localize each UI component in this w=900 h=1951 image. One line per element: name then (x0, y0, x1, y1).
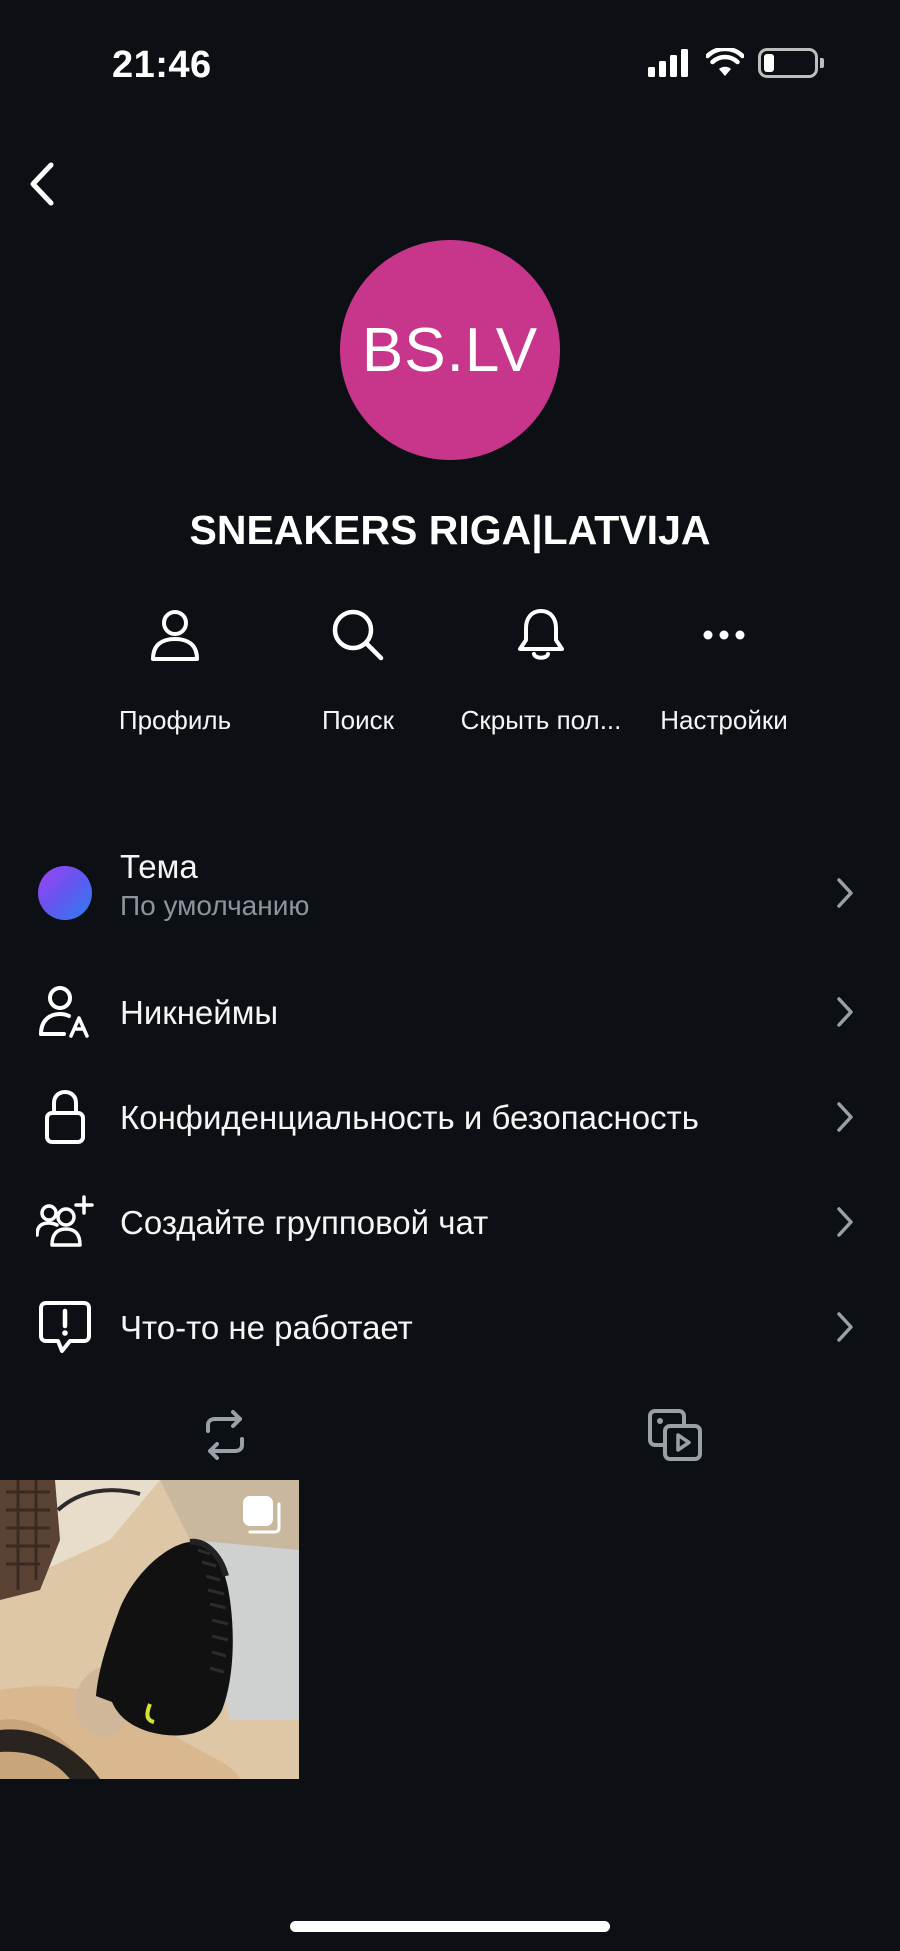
battery-icon (758, 48, 818, 78)
settings-action-button[interactable]: Настройки (634, 605, 814, 736)
media-thumbnail[interactable] (0, 1480, 299, 1779)
chat-details-screen: 21:46 BS.LV SNEAKERS RIGA|LATVIJA Профил… (0, 0, 900, 1951)
cellular-signal-icon (648, 49, 688, 77)
menu-item-nicknames[interactable]: Никнеймы (0, 962, 900, 1062)
profile-action-label: Профиль (118, 705, 232, 735)
repost-icon (206, 1410, 244, 1460)
bell-icon (518, 609, 564, 660)
chevron-left-icon (30, 162, 54, 206)
home-indicator (290, 1921, 610, 1932)
report-title: Что-то не работает (120, 1309, 413, 1346)
search-action-label: Поиск (321, 705, 395, 735)
status-time: 21:46 (112, 44, 212, 86)
privacy-title: Конфиденциальность и безопасность (120, 1099, 699, 1136)
search-action-button[interactable]: Поиск (268, 605, 448, 736)
action-row: Профиль Поиск Скрыть пол... Настройки (0, 605, 900, 735)
mute-action-label: Скрыть пол... (460, 705, 622, 735)
chevron-right-icon (837, 1102, 853, 1132)
menu-item-create-group-chat[interactable]: Создайте групповой чат (0, 1172, 900, 1272)
back-button[interactable] (16, 158, 68, 210)
search-icon (332, 609, 384, 661)
chevron-right-icon (837, 1207, 853, 1237)
tab-media[interactable] (450, 1395, 900, 1475)
chevron-right-icon (837, 878, 853, 908)
media-icon (648, 1409, 702, 1461)
theme-title: Тема (120, 848, 198, 885)
theme-color-swatch (38, 866, 92, 920)
profile-action-button[interactable]: Профиль (85, 605, 265, 736)
menu-item-privacy[interactable]: Конфиденциальность и безопасность (0, 1067, 900, 1167)
report-problem-icon (39, 1301, 91, 1353)
menu-item-theme[interactable]: Тема По умолчанию (0, 838, 900, 948)
settings-action-label: Настройки (660, 705, 788, 735)
tab-reposts[interactable] (0, 1395, 450, 1475)
chevron-right-icon (837, 1312, 853, 1342)
mute-notifications-button[interactable]: Скрыть пол... (451, 605, 631, 736)
nickname-icon (39, 986, 89, 1038)
wifi-icon (706, 48, 744, 76)
nicknames-title: Никнеймы (120, 994, 279, 1031)
multi-photo-icon (243, 1496, 273, 1526)
person-icon (151, 610, 199, 661)
status-icons (648, 48, 824, 78)
more-dots-icon (703, 630, 745, 640)
lock-icon (45, 1089, 85, 1144)
sneaker-photo (0, 1480, 299, 1779)
group-chat-title: Создайте групповой чат (120, 1204, 489, 1241)
chevron-right-icon (837, 997, 853, 1027)
profile-name: SNEAKERS RIGA|LATVIJA (189, 507, 711, 553)
menu-item-report-problem[interactable]: Что-то не работает (0, 1277, 900, 1377)
content-tabs (0, 1395, 900, 1475)
avatar-text: BS.LV (361, 315, 539, 385)
profile-avatar[interactable]: BS.LV (340, 240, 560, 460)
theme-value: По умолчанию (120, 890, 310, 921)
add-people-icon (36, 1195, 94, 1247)
